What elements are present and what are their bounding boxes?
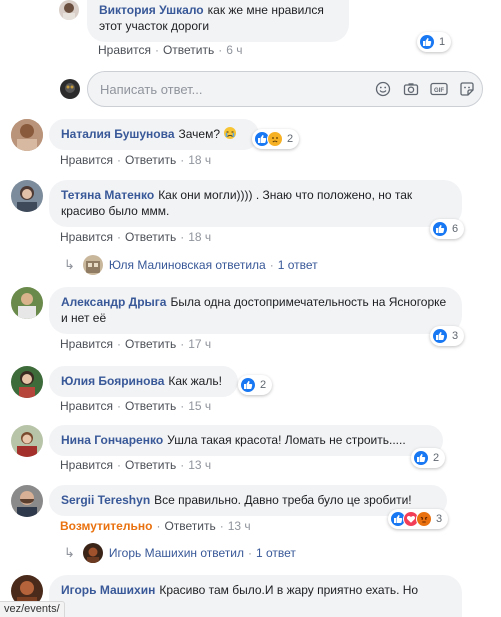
comment-bubble: Наталия Бушунова Зачем? — [49, 119, 259, 150]
comment-text: Зачем? — [178, 127, 221, 141]
reaction-summary[interactable]: 3 — [388, 509, 449, 529]
timestamp[interactable]: 13 ч — [228, 519, 251, 533]
reply-button[interactable]: Ответить — [125, 153, 176, 167]
timestamp[interactable]: 13 ч — [188, 458, 211, 472]
reaction-count: 2 — [260, 379, 267, 391]
reply-button[interactable]: Ответить — [125, 230, 176, 244]
comment-actions: Нравится · Ответить · 18 ч — [60, 230, 212, 244]
comment-actions: Нравится · Ответить · 17 ч — [60, 337, 212, 351]
reply-arrow-icon: ↳ — [64, 257, 75, 272]
like-button[interactable]: Нравится — [60, 153, 113, 167]
comment-bubble: Игорь Машихин Красиво там было.И в жару п… — [49, 575, 462, 617]
camera-icon[interactable] — [402, 80, 420, 98]
reply-button[interactable]: Ответить — [163, 43, 214, 57]
reply-button[interactable]: Ответить — [164, 519, 215, 533]
comment-actions: Возмутительно · Ответить · 13 ч — [60, 519, 251, 533]
like-button[interactable]: Нравится — [60, 399, 113, 413]
like-button[interactable]: Нравится — [60, 458, 113, 472]
view-replies-link[interactable]: ↳ Игорь Машихин ответил · 1 ответ — [64, 543, 296, 563]
like-reaction-icon — [419, 34, 435, 50]
like-reaction-icon — [432, 221, 448, 237]
comment-author[interactable]: Игорь Машихин — [61, 583, 155, 597]
comment-bubble: Александр Дрыга Была одна достопримечател… — [49, 287, 462, 334]
avatar — [82, 543, 103, 563]
comment-author[interactable]: Sergii Tereshyn — [61, 493, 150, 507]
comment-text: Ушла такая красота! Ломать не строить...… — [167, 433, 406, 447]
reply-count[interactable]: 1 ответ — [256, 546, 296, 560]
gif-icon[interactable]: GIF — [430, 80, 448, 98]
reply-summary[interactable]: Игорь Машихин ответил — [109, 546, 244, 560]
reaction-summary[interactable]: 2 — [238, 375, 273, 395]
avatar[interactable] — [11, 287, 43, 319]
comment-author[interactable]: Виктория Ушкало — [99, 3, 204, 17]
avatar[interactable] — [11, 180, 43, 212]
reply-summary[interactable]: Юля Малиновская ответила — [109, 258, 266, 272]
comment-actions: Нравится · Ответить · 15 ч — [60, 399, 212, 413]
comment-author[interactable]: Александр Дрыга — [61, 295, 166, 309]
browser-status-url: vez/events/ — [0, 601, 65, 617]
avatar[interactable] — [11, 485, 43, 517]
avatar[interactable] — [11, 425, 43, 457]
reply-count[interactable]: 1 ответ — [278, 258, 318, 272]
reaction-count: 3 — [452, 330, 459, 342]
angry-reaction-icon — [416, 511, 432, 527]
reaction-count: 6 — [452, 223, 459, 235]
timestamp[interactable]: 18 ч — [188, 153, 211, 167]
like-button[interactable]: Нравится — [98, 43, 151, 57]
comment-actions: Нравится · Ответить · 13 ч — [60, 458, 212, 472]
comment-author[interactable]: Тетяна Матенко — [61, 188, 154, 202]
comment-bubble: Нина Гончаренко Ушла такая красота! Ломат… — [49, 425, 443, 456]
angry-reaction-button[interactable]: Возмутительно — [60, 519, 152, 533]
reply-arrow-icon: ↳ — [64, 545, 75, 560]
like-button[interactable]: Нравится — [60, 230, 113, 244]
comment-actions: Нравится · Ответить · 6 ч — [98, 43, 243, 57]
comment-author[interactable]: Наталия Бушунова — [61, 127, 175, 141]
like-reaction-icon — [240, 377, 256, 393]
reaction-summary[interactable]: 2 — [411, 448, 446, 468]
reply-button[interactable]: Ответить — [125, 337, 176, 351]
timestamp[interactable]: 6 ч — [226, 43, 242, 57]
current-user-avatar — [60, 79, 80, 99]
reaction-count: 2 — [433, 452, 440, 464]
crying-emoji-icon — [223, 127, 237, 141]
comment-text: Как жаль! — [168, 374, 222, 388]
emoji-icon[interactable] — [374, 80, 392, 98]
composer-icons: GIF — [364, 80, 476, 98]
reaction-summary[interactable]: 2 — [252, 129, 300, 149]
comment-bubble: Sergii Tereshyn Все правильно. Давно треб… — [49, 485, 447, 516]
reply-button[interactable]: Ответить — [125, 458, 176, 472]
comment-bubble: Тетяна Матенко Как они могли)))) . Знаю ч… — [49, 180, 462, 227]
reaction-count: 1 — [439, 36, 446, 48]
comment-author[interactable]: Нина Гончаренко — [61, 433, 163, 447]
reaction-summary[interactable]: 3 — [430, 326, 465, 346]
view-replies-link[interactable]: ↳ Юля Малиновская ответила · 1 ответ — [64, 255, 318, 275]
timestamp[interactable]: 18 ч — [188, 230, 211, 244]
timestamp[interactable]: 15 ч — [188, 399, 211, 413]
like-reaction-icon — [432, 328, 448, 344]
reply-button[interactable]: Ответить — [125, 399, 176, 413]
timestamp[interactable]: 17 ч — [188, 337, 211, 351]
reaction-summary[interactable]: 6 — [430, 219, 465, 239]
sticker-icon[interactable] — [458, 80, 476, 98]
avatar[interactable] — [11, 119, 43, 151]
reaction-count: 2 — [287, 133, 294, 145]
avatar[interactable] — [59, 0, 79, 20]
avatar — [82, 255, 103, 275]
comment-text: Красиво там было.И в жару приятно ехать.… — [159, 583, 419, 597]
avatar[interactable] — [11, 366, 43, 398]
comment-actions: Нравится · Ответить · 18 ч — [60, 153, 212, 167]
comment-text: Все правильно. Давно треба було це зроби… — [154, 493, 412, 507]
sad-reaction-icon — [267, 131, 283, 147]
svg-text:GIF: GIF — [434, 88, 444, 94]
reaction-count: 3 — [436, 513, 443, 525]
reaction-summary[interactable]: 1 — [417, 32, 452, 52]
like-button[interactable]: Нравится — [60, 337, 113, 351]
like-reaction-icon — [413, 450, 429, 466]
reply-composer[interactable]: GIF — [87, 71, 483, 107]
reply-input[interactable] — [100, 80, 350, 98]
comment-bubble: Виктория Ушкало как же мне нравился этот … — [87, 0, 349, 42]
comment-author[interactable]: Юлия Бояринова — [61, 374, 164, 388]
comment-bubble: Юлия Бояринова Как жаль! — [49, 366, 238, 397]
